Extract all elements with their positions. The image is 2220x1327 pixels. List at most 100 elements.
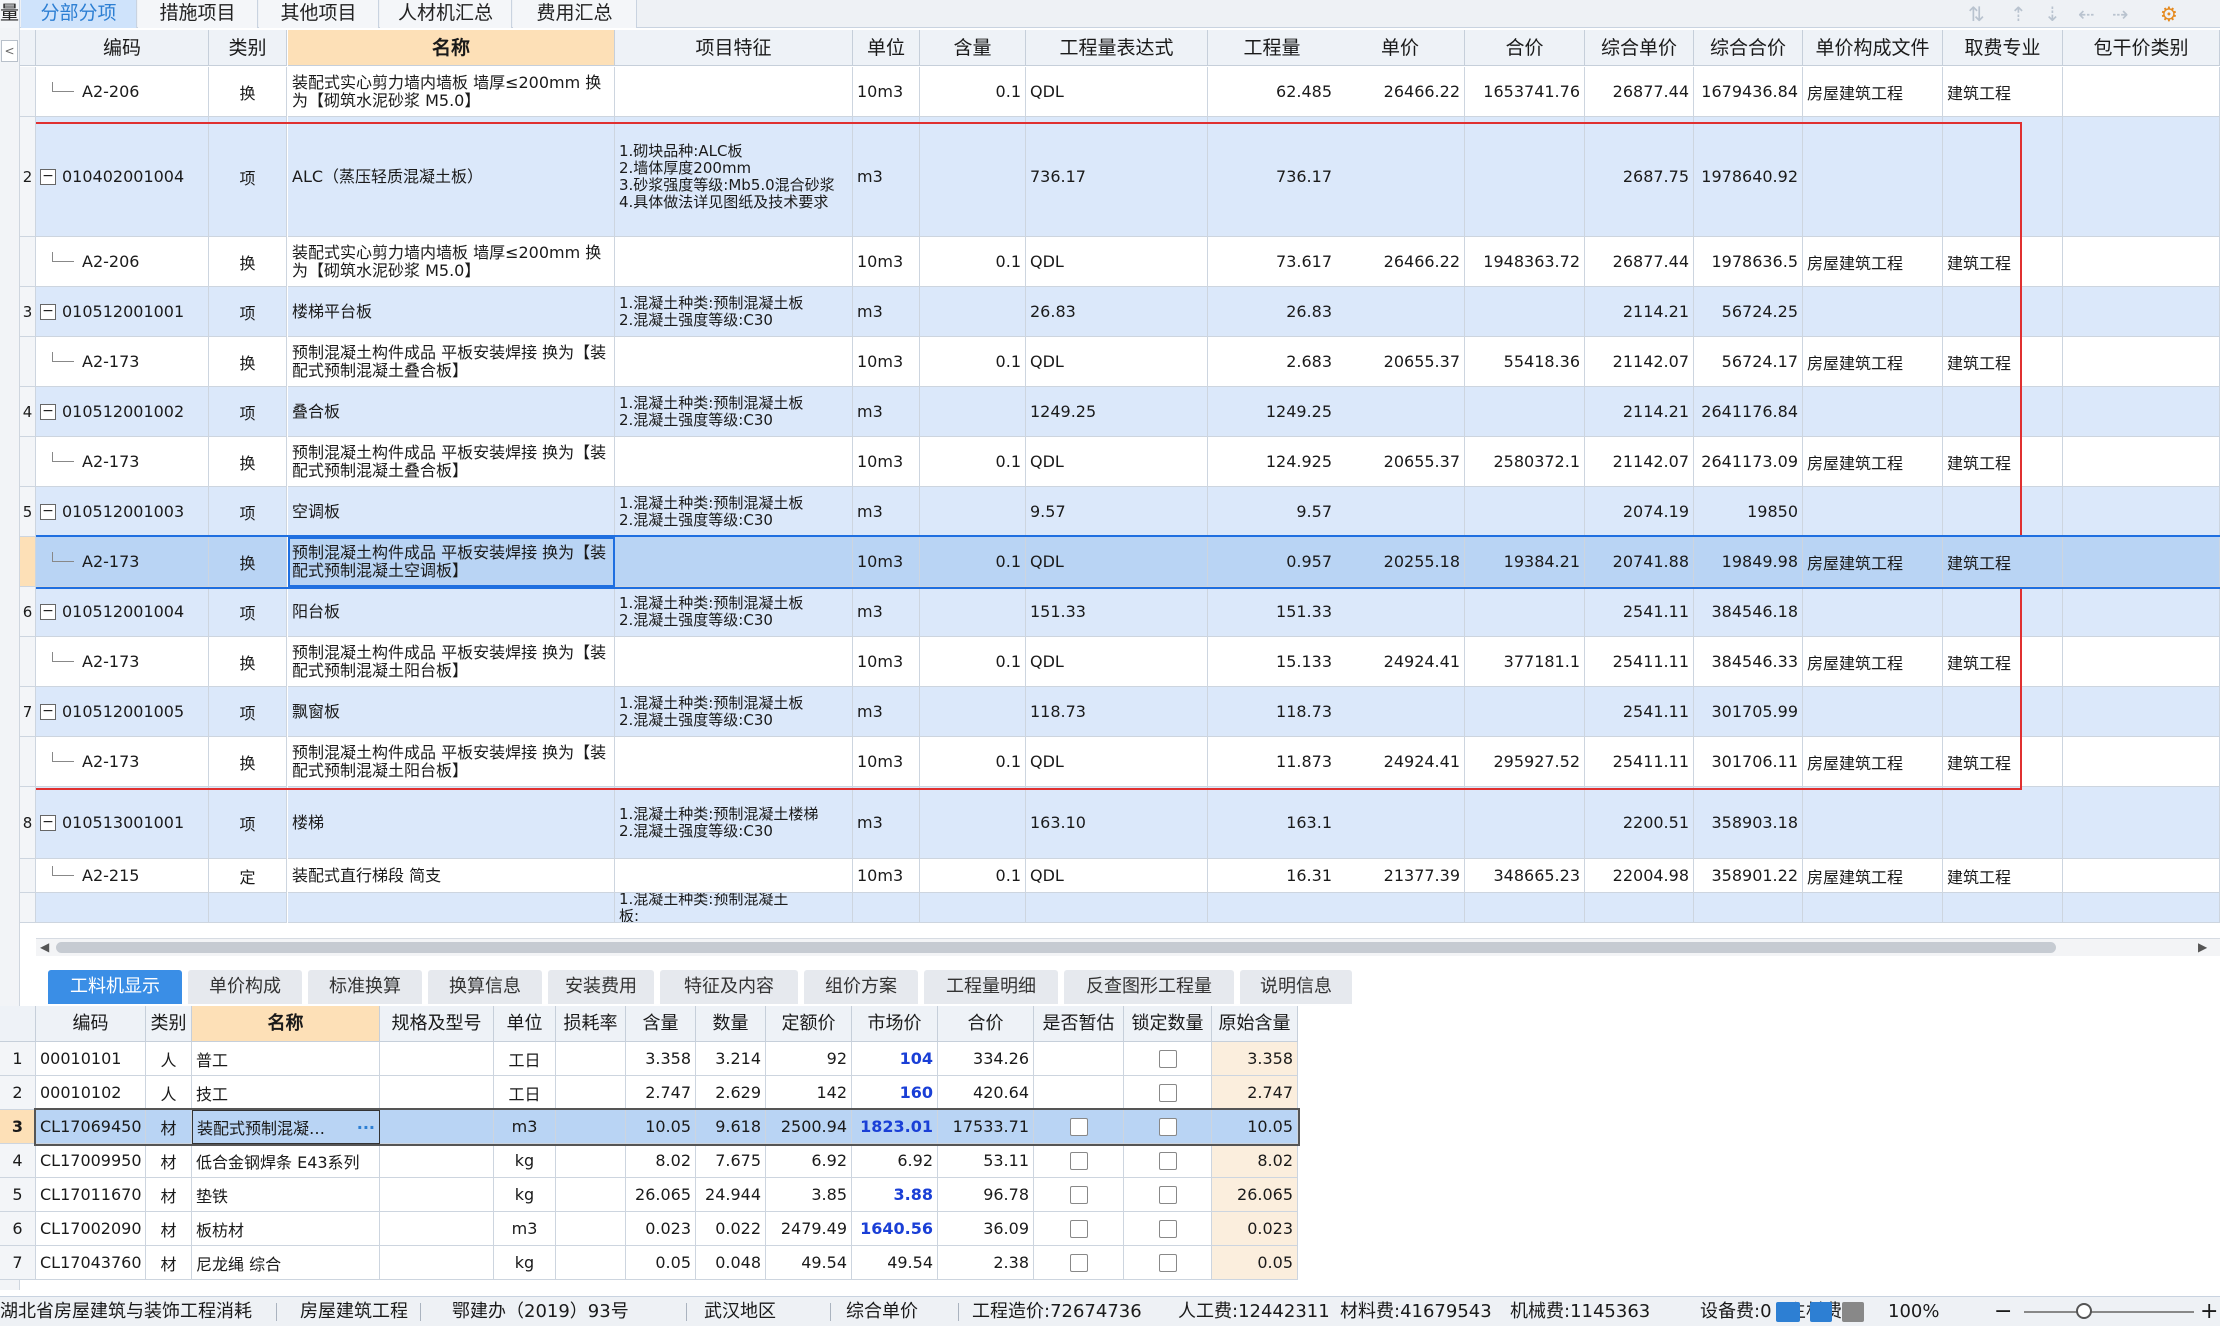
column-header-package[interactable]: 包干价类别: [2063, 30, 2220, 66]
cell-major[interactable]: [1943, 687, 2063, 737]
resource-cell-market-price[interactable]: 104: [852, 1042, 938, 1076]
cell-package[interactable]: [2063, 737, 2220, 787]
resource-cell-original-content[interactable]: 8.02: [1212, 1144, 1298, 1178]
cell-file[interactable]: 房屋建筑工程: [1803, 537, 1943, 587]
resource-cell-code[interactable]: CL17069450: [36, 1110, 146, 1144]
resource-cell-quantity[interactable]: 0.022: [696, 1212, 766, 1246]
resource-cell-lock-quantity[interactable]: [1124, 1246, 1212, 1280]
resource-header-lock-quantity[interactable]: 锁定数量: [1124, 1006, 1212, 1042]
resource-cell-unit[interactable]: m3: [494, 1110, 556, 1144]
move-up-icon[interactable]: ⇡: [2010, 2, 2027, 26]
resource-row[interactable]: CL17069450 材 装配式预制混凝… ··· m3 10.05 9.618 2500.9…: [34, 1108, 1300, 1146]
cell-file[interactable]: [1803, 893, 1943, 923]
cell-package[interactable]: [2063, 67, 2220, 117]
resource-cell-code[interactable]: CL17002090: [36, 1212, 146, 1246]
resource-cell-type[interactable]: 材: [146, 1144, 192, 1178]
resource-cell-loss-rate[interactable]: [556, 1110, 626, 1144]
cell-unit[interactable]: 10m3: [853, 537, 920, 587]
move-down-icon[interactable]: ⇣: [2044, 2, 2061, 26]
cell-code[interactable]: A2-173: [36, 537, 209, 587]
cell-file[interactable]: [1803, 287, 1943, 337]
estimate-checkbox[interactable]: [1069, 1151, 1088, 1170]
cell-package[interactable]: [2063, 437, 2220, 487]
cell-ctotal[interactable]: 358903.18: [1694, 787, 1803, 859]
cell-package[interactable]: [2063, 237, 2220, 287]
resource-cell-original-content[interactable]: 2.747: [1212, 1076, 1298, 1110]
zoom-slider-handle[interactable]: [2076, 1303, 2092, 1319]
estimate-checkbox[interactable]: [1069, 1219, 1088, 1238]
zoom-in-icon[interactable]: +: [2200, 1297, 2218, 1327]
resource-cell-quantity[interactable]: 7.675: [696, 1144, 766, 1178]
cell-file[interactable]: [1803, 687, 1943, 737]
cell-cprice[interactable]: [1585, 893, 1694, 923]
collapse-left-icon[interactable]: <: [1, 40, 18, 62]
resource-cell-quantity[interactable]: 0.048: [696, 1246, 766, 1280]
column-header-major[interactable]: 取费专业: [1943, 30, 2063, 66]
cell-ctotal[interactable]: 384546.18: [1694, 587, 1803, 637]
resource-cell-market-price[interactable]: 3.88: [852, 1178, 938, 1212]
cell-cprice[interactable]: 26877.44: [1585, 67, 1694, 117]
back-icon[interactable]: ⇠: [2078, 2, 2095, 26]
resource-cell-loss-rate[interactable]: [556, 1076, 626, 1110]
resource-cell-type[interactable]: 人: [146, 1076, 192, 1110]
cell-cprice[interactable]: 20741.88: [1585, 537, 1694, 587]
resource-cell-content[interactable]: 8.02: [626, 1144, 696, 1178]
settings-icon[interactable]: ⚙: [2160, 2, 2178, 26]
cell-file[interactable]: 房屋建筑工程: [1803, 859, 1943, 893]
cell-file[interactable]: 房屋建筑工程: [1803, 637, 1943, 687]
cell-total[interactable]: [1465, 787, 1585, 859]
cell-package[interactable]: [2063, 287, 2220, 337]
cell-qty[interactable]: 0.957: [1208, 537, 1337, 587]
cell-major[interactable]: [1943, 387, 2063, 437]
cell-file[interactable]: [1803, 787, 1943, 859]
lock-checkbox[interactable]: [1158, 1253, 1177, 1272]
resource-row[interactable]: CL17011670 材垫铁 kg 26.065 24.944 3.85 3.88 96.78…: [36, 1178, 1298, 1212]
resource-cell-base-price[interactable]: 49.54: [766, 1246, 852, 1280]
cell-package[interactable]: [2063, 893, 2220, 923]
column-header-cprice[interactable]: 综合单价: [1585, 30, 1694, 66]
filter-icon[interactable]: ⇅: [1968, 2, 1985, 26]
column-header-ctotal[interactable]: 综合合价: [1694, 30, 1803, 66]
cell-total[interactable]: 19384.21: [1465, 537, 1585, 587]
cell-cprice[interactable]: 2541.11: [1585, 687, 1694, 737]
lock-checkbox[interactable]: [1158, 1185, 1177, 1204]
resource-row[interactable]: CL17002090 材板枋材 m3 0.023 0.022 2479.49 1640.56…: [36, 1212, 1298, 1246]
resource-cell-total[interactable]: 17533.71: [938, 1110, 1034, 1144]
cell-file[interactable]: 房屋建筑工程: [1803, 67, 1943, 117]
resource-row[interactable]: 00010102 人技工 工日 2.747 2.629 142 160 420.64 2.747: [36, 1076, 1298, 1110]
cell-cprice[interactable]: 2200.51: [1585, 787, 1694, 859]
resource-cell-spec[interactable]: [380, 1110, 494, 1144]
resource-cell-lock-quantity[interactable]: [1124, 1178, 1212, 1212]
resource-cell-quantity[interactable]: 3.214: [696, 1042, 766, 1076]
table-row-sub-item[interactable]: A2-173 换 预制混凝土构件成品 平板安装焊接 换为【装配式预制混凝土空调板】 1…: [36, 535, 2220, 589]
view-normal-icon[interactable]: [1776, 1302, 1800, 1322]
cell-major[interactable]: [1943, 487, 2063, 537]
resource-cell-unit[interactable]: m3: [494, 1212, 556, 1246]
resource-row[interactable]: CL17009950 材低合金钢焊条 E43系列 kg 8.02 7.675 6.92 6.…: [36, 1144, 1298, 1178]
lock-checkbox[interactable]: [1158, 1083, 1177, 1102]
cell-ctotal[interactable]: 19850: [1694, 487, 1803, 537]
cell-ctotal[interactable]: 358901.22: [1694, 859, 1803, 893]
resource-cell-original-content[interactable]: 26.065: [1212, 1178, 1298, 1212]
cell-package[interactable]: [2063, 487, 2220, 537]
resource-cell-base-price[interactable]: 2500.94: [766, 1110, 852, 1144]
resource-cell-lock-quantity[interactable]: [1124, 1076, 1212, 1110]
resource-cell-total[interactable]: 96.78: [938, 1178, 1034, 1212]
zoom-slider[interactable]: [2024, 1311, 2194, 1313]
cell-major[interactable]: 建筑工程: [1943, 537, 2063, 587]
resource-cell-is-estimate[interactable]: [1034, 1212, 1124, 1246]
cell-package[interactable]: [2063, 587, 2220, 637]
resource-cell-name[interactable]: 尼龙绳 综合: [192, 1246, 380, 1280]
resource-header-code[interactable]: 编码: [36, 1006, 146, 1042]
cell-total[interactable]: [1465, 893, 1585, 923]
resource-header-spec[interactable]: 规格及型号: [380, 1006, 494, 1042]
resource-cell-market-price[interactable]: 160: [852, 1076, 938, 1110]
resource-cell-content[interactable]: 10.05: [626, 1110, 696, 1144]
resource-cell-type[interactable]: 材: [146, 1212, 192, 1246]
cell-cprice[interactable]: 22004.98: [1585, 859, 1694, 893]
cell-ctotal[interactable]: 19849.98: [1694, 537, 1803, 587]
resource-cell-total[interactable]: 53.11: [938, 1144, 1034, 1178]
resource-cell-market-price[interactable]: 1823.01: [852, 1110, 938, 1144]
estimate-checkbox[interactable]: [1069, 1117, 1088, 1136]
resource-cell-code[interactable]: 00010101: [36, 1042, 146, 1076]
